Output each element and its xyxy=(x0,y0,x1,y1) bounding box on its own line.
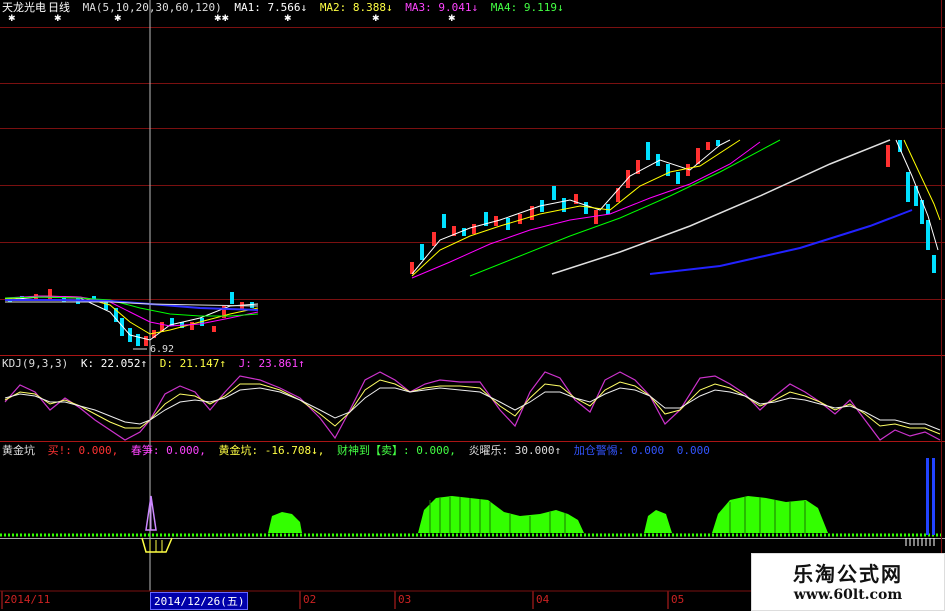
extra-signal-bar xyxy=(932,458,935,535)
caishen-value: 财神到【卖】: 0.000, xyxy=(336,444,456,457)
buy-signal-marker xyxy=(141,537,173,553)
watermark-title: 乐淘公式网 xyxy=(793,562,903,586)
extra-signal-bar xyxy=(926,458,929,535)
spring-value: 春笋: 0.000, xyxy=(130,444,206,457)
extra-value-2: 0.000 xyxy=(676,444,710,457)
candle xyxy=(212,326,216,332)
extra-value: 加仓警惕: 0.000 xyxy=(573,444,665,457)
watermark-logo: 乐淘公式网 www.60lt.com xyxy=(751,553,945,611)
ma5-line-right xyxy=(649,209,913,275)
buy-value: 买!: 0.000, xyxy=(47,444,119,457)
kdj-panel-header: KDJ(9,3,3) K: 22.052↑ D: 21.147↑ J: 23.8… xyxy=(2,356,311,372)
candle xyxy=(706,142,710,150)
candle xyxy=(932,255,936,273)
candle xyxy=(442,214,446,228)
candle xyxy=(420,244,424,260)
candle xyxy=(906,172,910,202)
date-tick: 02 xyxy=(303,593,317,606)
candles-right xyxy=(410,140,936,274)
candle xyxy=(926,220,930,250)
date-tick: 03 xyxy=(398,593,412,606)
candle xyxy=(666,164,670,176)
date-tick: 05 xyxy=(671,593,685,606)
hump xyxy=(418,496,584,533)
kdj-k-value: K: 22.052↑ xyxy=(80,357,148,370)
candle xyxy=(584,202,588,214)
gold-pit-label: 黄金坑 xyxy=(2,444,35,457)
kdj-j-line xyxy=(4,371,941,441)
kdj-d-value: D: 21.147↑ xyxy=(159,357,226,370)
candle xyxy=(190,322,194,330)
gold-pit-humps xyxy=(268,496,828,533)
candle xyxy=(136,334,140,346)
candle xyxy=(646,142,650,160)
candle xyxy=(552,186,556,200)
gold-pit-value: 黄金坑: -16.708↓, xyxy=(218,444,325,457)
candle xyxy=(676,172,680,184)
date-tick: 04 xyxy=(536,593,550,606)
watermark-url: www.60lt.com xyxy=(793,587,903,603)
candle xyxy=(606,204,610,214)
low-price-label: 6.92 xyxy=(150,344,174,355)
candle xyxy=(230,292,234,304)
cursor-date-label: 2014/12/26(五) xyxy=(150,592,249,610)
candle xyxy=(886,145,890,167)
candle xyxy=(432,232,436,246)
ma1-line-right xyxy=(411,139,731,275)
kdj-label: KDJ(9,3,3) xyxy=(2,357,69,370)
ma2-line-right xyxy=(411,139,741,277)
candle xyxy=(518,214,522,224)
candle xyxy=(594,210,598,224)
candle xyxy=(462,228,466,236)
gold-pit-panel-header: 黄金坑 买!: 0.000, 春笋: 0.000, 黄金坑: -16.708↓,… xyxy=(2,443,716,459)
candle xyxy=(144,336,148,346)
hump xyxy=(712,496,828,533)
date-tick: 2014/11 xyxy=(4,593,51,606)
small-white-bars xyxy=(905,538,935,546)
kdj-j-value: J: 23.861↑ xyxy=(238,357,305,370)
chart-canvas: 6.92 xyxy=(0,0,945,609)
yan-value: 炎曜乐: 30.000↑ xyxy=(468,444,562,457)
hump xyxy=(644,510,672,533)
candle xyxy=(472,224,476,234)
hump xyxy=(268,512,302,533)
